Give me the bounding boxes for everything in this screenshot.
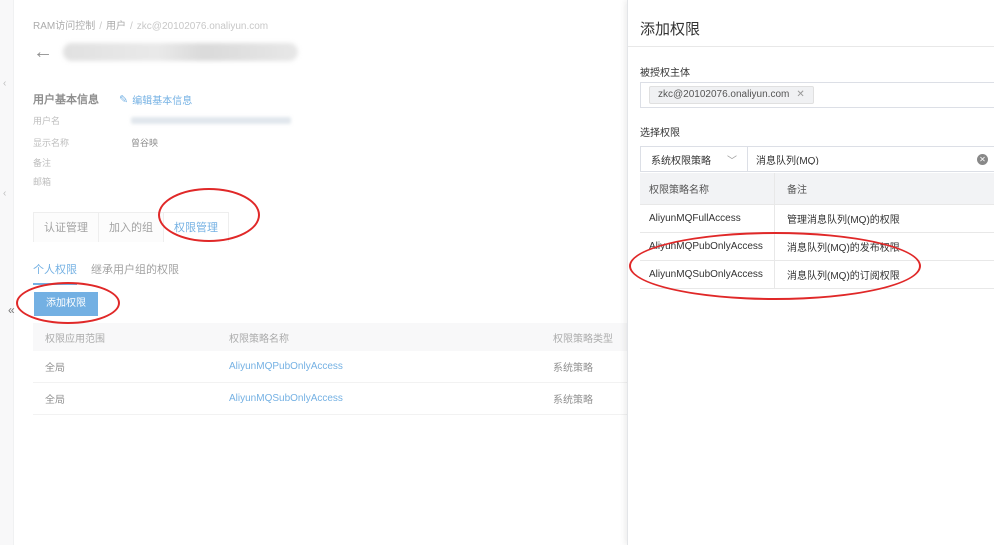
close-icon[interactable]: ✕ [796,86,804,104]
policy-row[interactable]: AliyunMQSubOnlyAccess 消息队列(MQ)的订阅权限 [640,261,994,289]
info-row-display-name: 显示名称 曾谷映 [33,136,158,149]
principal-field[interactable]: zkc@20102076.onaliyun.com ✕ [640,82,994,108]
drawer-title: 添加权限 [640,21,701,38]
column-header: 权限策略名称 [640,173,775,204]
policy-table: 权限策略名称 备注 AliyunMQFullAccess 管理消息队列(MQ)的… [640,173,994,289]
tab-permissions[interactable]: 权限管理 [163,212,229,242]
policy-note: 消息队列(MQ)的发布权限 [787,243,900,254]
column-header: 备注 [787,185,807,196]
add-permission-button[interactable]: 添加权限 [34,292,98,316]
breadcrumb-current: zkc@20102076.onaliyun.com [136,21,269,32]
column-header: 权限策略名称 [229,333,289,345]
policy-name: AliyunMQSubOnlyAccess [640,261,775,288]
info-row-email: 邮箱 [33,175,131,188]
subtab-personal[interactable]: 个人权限 [33,261,77,285]
chevron-left-icon[interactable]: ‹ [3,78,6,89]
page-title-blurred [63,43,298,61]
cell-policy-link[interactable]: AliyunMQSubOnlyAccess [229,393,553,404]
table-row: 全局 AliyunMQSubOnlyAccess 系统策略 [33,383,627,415]
policy-name: AliyunMQPubOnlyAccess [640,233,775,260]
breadcrumb: RAM访问控制 / 用户 / zkc@20102076.onaliyun.com [33,21,269,32]
main-content: RAM访问控制 / 用户 / zkc@20102076.onaliyun.com ← 用… [33,0,627,545]
breadcrumb-users[interactable]: 用户 [106,21,126,32]
detail-tabs: 认证管理 加入的组 权限管理 [33,212,229,242]
info-label: 邮箱 [33,177,52,187]
policy-search: ✕ [747,146,994,172]
add-permission-drawer: 添加权限 被授权主体 zkc@20102076.onaliyun.com ✕ 选… [627,0,994,545]
policy-note: 管理消息队列(MQ)的权限 [787,215,900,226]
permission-subtabs: 个人权限 继承用户组的权限 [33,261,193,285]
divider [628,46,994,47]
clear-icon[interactable]: ✕ [977,154,988,165]
principal-tag: zkc@20102076.onaliyun.com ✕ [649,86,814,104]
table-row: 全局 AliyunMQPubOnlyAccess 系统策略 [33,351,627,383]
left-nav-gutter: ‹ ‹ [0,0,14,545]
cell-scope: 全局 [45,395,65,406]
info-row-note: 备注 [33,156,131,169]
tab-auth[interactable]: 认证管理 [33,212,99,242]
user-detail-page: ‹ ‹ RAM访问控制 / 用户 / zkc@20102076.onaliyun.com… [0,0,627,545]
column-header: 权限应用范围 [45,333,105,345]
cell-type: 系统策略 [553,395,593,406]
policy-row[interactable]: AliyunMQFullAccess 管理消息队列(MQ)的权限 [640,205,994,233]
page-header: ← [33,40,298,64]
policy-type-select[interactable]: 系统权限策略 ﹀ [640,146,747,172]
info-value-blurred [131,117,291,124]
user-info-header: 用户基本信息 ✎ 编辑基本信息 [33,91,192,107]
cell-scope: 全局 [45,363,65,374]
edit-info-label: 编辑基本信息 [132,95,193,107]
policy-table-header: 权限策略名称 备注 [640,173,994,205]
pencil-icon: ✎ [119,93,129,106]
info-row-username: 用户名 [33,114,291,127]
table-header: 权限应用范围 权限策略名称 权限策略类型 [33,323,627,351]
principal-tag-label: zkc@20102076.onaliyun.com [658,89,790,100]
policy-type-value: 系统权限策略 [651,155,711,167]
info-label: 备注 [33,158,52,168]
permission-filter: 系统权限策略 ﹀ ✕ [640,146,994,172]
info-label: 用户名 [33,116,61,126]
app: ‹ ‹ RAM访问控制 / 用户 / zkc@20102076.onaliyun.com… [0,0,994,545]
subtab-inherited[interactable]: 继承用户组的权限 [91,261,179,285]
info-label: 显示名称 [33,138,70,148]
info-value: 曾谷映 [131,138,159,148]
select-permission-label: 选择权限 [640,128,680,139]
principal-label: 被授权主体 [640,68,690,79]
breadcrumb-root[interactable]: RAM访问控制 [33,21,95,32]
permission-table: 权限应用范围 权限策略名称 权限策略类型 全局 AliyunMQPubOnlyA… [33,323,627,415]
collapse-double-chevron-icon[interactable]: « [8,303,15,317]
tab-groups[interactable]: 加入的组 [98,212,164,242]
user-info-title: 用户基本信息 [33,94,99,106]
column-header: 权限策略类型 [553,333,613,345]
cell-policy-link[interactable]: AliyunMQPubOnlyAccess [229,361,553,372]
cell-type: 系统策略 [553,363,593,374]
back-arrow-icon[interactable]: ← [33,42,53,62]
policy-search-input[interactable] [756,153,936,165]
chevron-down-icon: ﹀ [727,155,737,167]
policy-note: 消息队列(MQ)的订阅权限 [787,271,900,282]
policy-name: AliyunMQFullAccess [640,205,775,232]
chevron-left-icon[interactable]: ‹ [3,188,6,199]
edit-info-link[interactable]: ✎ 编辑基本信息 [119,92,192,107]
policy-row[interactable]: AliyunMQPubOnlyAccess 消息队列(MQ)的发布权限 [640,233,994,261]
